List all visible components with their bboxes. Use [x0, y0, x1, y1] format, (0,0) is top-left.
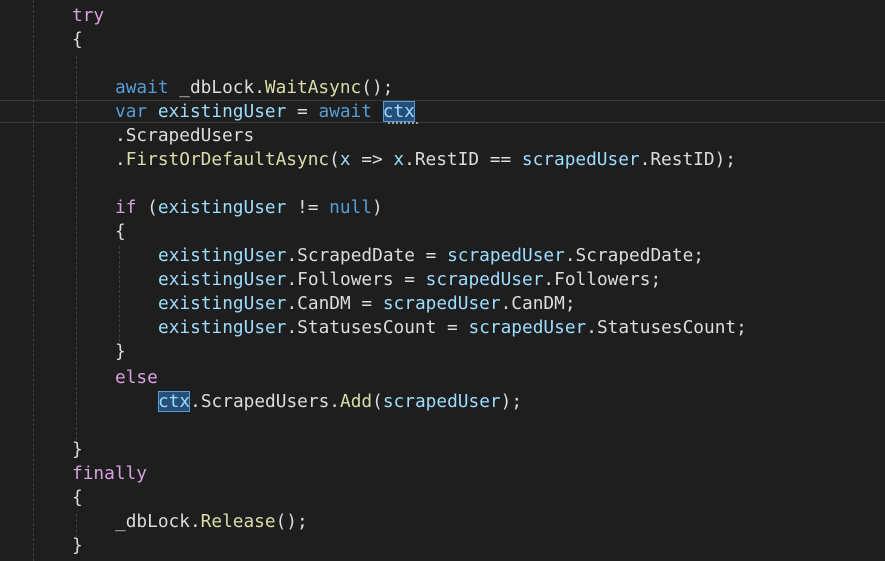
dot: . — [115, 149, 126, 170]
dot: . — [189, 511, 201, 532]
method-waitasync: WaitAsync — [264, 77, 362, 98]
keyword-await: await — [318, 101, 372, 122]
statusescount-member: .StatusesCount — [286, 317, 437, 338]
dot: . — [254, 77, 265, 98]
indent-guide — [119, 246, 120, 342]
brace: { — [72, 29, 83, 50]
method-firstordefaultasync: FirstOrDefaultAsync — [125, 149, 330, 170]
code-line[interactable]: existingUser.ScrapedDate = scrapedUser.S… — [158, 244, 704, 268]
assign-operator: = — [350, 293, 383, 314]
open-paren: ( — [329, 149, 340, 170]
keyword-null: null — [329, 197, 372, 218]
candm-member: .CanDM; — [500, 293, 576, 314]
brace: } — [72, 439, 83, 460]
brace: } — [72, 535, 83, 556]
brace: { — [115, 221, 126, 242]
statusescount-member: .StatusesCount; — [586, 317, 747, 338]
ctx-identifier-highlighted[interactable]: ctx — [158, 391, 191, 412]
assign-operator: = — [414, 245, 448, 266]
lambda-param: x — [339, 149, 351, 170]
scrapeduser-identifier: scrapedUser — [425, 269, 544, 290]
method-release: Release — [200, 511, 276, 532]
db-lock-identifier: _dbLock — [115, 511, 190, 532]
close-paren: ); — [714, 149, 736, 170]
scrapeddate-member: .ScrapedDate — [286, 245, 415, 266]
scrapeduser-identifier: scrapedUser — [382, 293, 501, 314]
variable-existinguser: existingUser — [157, 101, 287, 122]
code-line[interactable]: { — [72, 486, 83, 510]
indent-guide — [33, 0, 34, 561]
variable-existinguser: existingUser — [158, 293, 287, 314]
scrapeduser-identifier: scrapedUser — [521, 149, 640, 170]
inequality-operator: != — [286, 197, 330, 218]
open-paren: ( — [372, 391, 383, 412]
code-line-current[interactable]: var existingUser = await ctx — [115, 100, 415, 124]
scrapedusers-member: .ScrapedUsers — [115, 125, 255, 146]
code-line[interactable]: } — [72, 438, 83, 462]
punctuation: (); — [275, 511, 308, 532]
scrapeduser-identifier: scrapedUser — [447, 245, 565, 266]
code-line[interactable]: .FirstOrDefaultAsync(x => x.RestID == sc… — [115, 148, 736, 172]
code-line[interactable]: try — [72, 4, 104, 28]
restid-member: .RestID — [404, 149, 480, 170]
variable-existinguser: existingUser — [158, 317, 287, 338]
lambda-arrow: => — [350, 149, 394, 170]
keyword-await: await — [115, 77, 169, 98]
close-paren: ); — [500, 391, 523, 412]
equality-operator: == — [479, 149, 522, 170]
close-paren: ) — [371, 197, 383, 218]
code-line[interactable]: { — [115, 220, 126, 244]
keyword-finally: finally — [72, 463, 147, 484]
code-line[interactable]: finally — [72, 462, 147, 486]
scrapeddate-member: .ScrapedDate; — [564, 245, 704, 266]
assign-operator: = — [393, 269, 426, 290]
scrapeduser-identifier: scrapedUser — [468, 317, 587, 338]
punctuation: (); — [361, 77, 394, 98]
keyword-else: else — [115, 367, 158, 388]
candm-member: .CanDM — [286, 293, 351, 314]
restid-member: .RestID — [639, 149, 715, 170]
followers-member: .Followers; — [543, 269, 662, 290]
code-line[interactable]: { — [72, 28, 83, 52]
code-line[interactable]: if (existingUser != null) — [115, 196, 383, 220]
brace: } — [115, 341, 126, 362]
code-line[interactable]: } — [72, 534, 83, 558]
variable-existinguser: existingUser — [157, 197, 287, 218]
code-line[interactable]: _dbLock.Release(); — [115, 510, 308, 534]
followers-member: .Followers — [286, 269, 394, 290]
lambda-param: x — [393, 149, 405, 170]
variable-existinguser: existingUser — [158, 245, 287, 266]
scrapedusers-member: .ScrapedUsers. — [190, 391, 340, 412]
db-lock-identifier: _dbLock — [179, 77, 255, 98]
code-line[interactable]: await _dbLock.WaitAsync(); — [115, 76, 393, 100]
assign-operator: = — [286, 101, 319, 122]
code-line[interactable]: existingUser.Followers = scrapedUser.Fol… — [158, 268, 661, 292]
scrapeduser-identifier: scrapedUser — [382, 391, 501, 412]
keyword-var: var — [115, 101, 148, 122]
brace: { — [72, 487, 83, 508]
code-line[interactable]: else — [115, 366, 158, 390]
keyword-try: try — [72, 5, 105, 26]
suggestion-dots — [388, 118, 418, 124]
code-line[interactable]: existingUser.CanDM = scrapedUser.CanDM; — [158, 292, 576, 316]
code-line[interactable]: existingUser.StatusesCount = scrapedUser… — [158, 316, 747, 340]
assign-operator: = — [436, 317, 469, 338]
keyword-if: if — [115, 197, 137, 218]
open-paren: ( — [136, 197, 158, 218]
code-line[interactable]: .ScrapedUsers — [115, 124, 254, 148]
method-add: Add — [340, 391, 373, 412]
code-editor[interactable]: try { await _dbLock.WaitAsync(); var exi… — [0, 0, 885, 561]
code-line[interactable]: } — [115, 340, 126, 364]
code-line[interactable]: ctx.ScrapedUsers.Add(scrapedUser); — [158, 390, 522, 414]
variable-existinguser: existingUser — [158, 269, 287, 290]
